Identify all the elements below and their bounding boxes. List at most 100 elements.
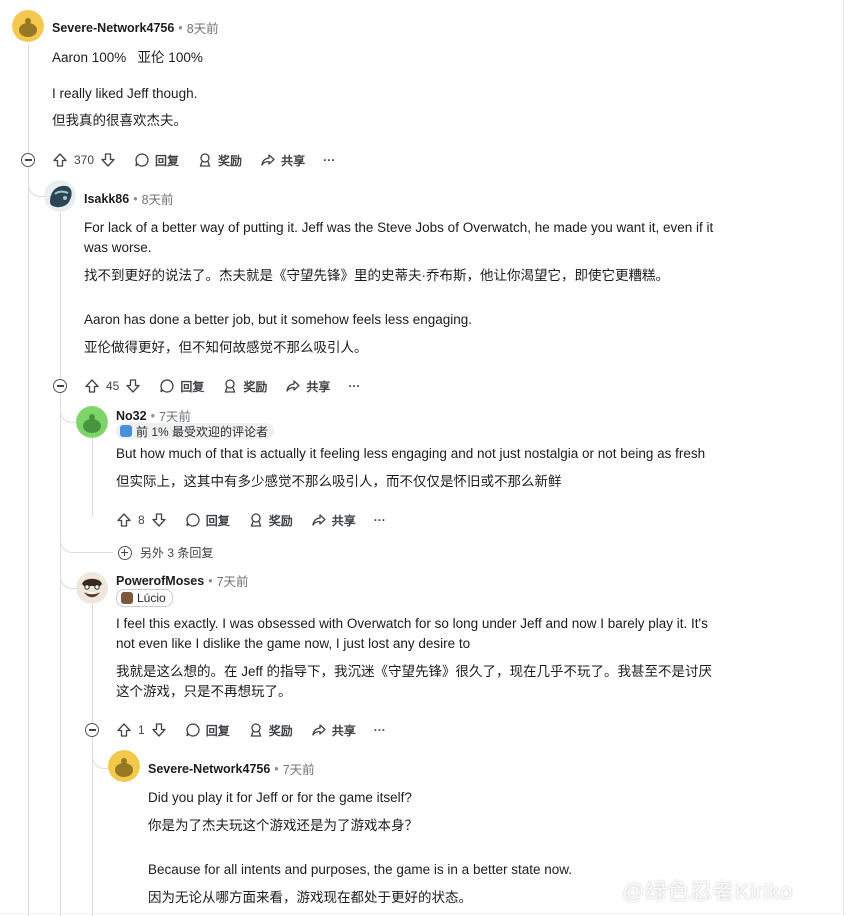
timestamp[interactable]: 8天前 (142, 189, 174, 208)
avatar[interactable] (76, 572, 108, 604)
more-replies-button[interactable]: 另外 3 条回复 (118, 544, 213, 561)
reply-button[interactable]: 回复 (159, 378, 204, 395)
avatar[interactable] (76, 406, 108, 438)
timestamp[interactable]: 8天前 (187, 18, 219, 37)
share-button[interactable]: 共享 (311, 512, 356, 529)
username[interactable]: Isakk86 (84, 192, 129, 206)
snoo-avatar-icon (108, 750, 140, 782)
comment-meta: Isakk86 • 8天前 (84, 189, 174, 208)
comment-body-line: Aaron 100% 亚伦 100% (52, 50, 203, 65)
character-avatar-icon (44, 180, 76, 212)
collapse-thread-button[interactable] (85, 723, 99, 737)
share-icon (286, 380, 301, 392)
share-label: 共享 (306, 379, 331, 394)
collapse-thread-button[interactable] (53, 379, 67, 393)
share-button[interactable]: 共享 (311, 722, 356, 739)
more-replies-label: 另外 3 条回复 (140, 546, 214, 560)
share-icon (312, 514, 326, 526)
thread-elbow-no32 (60, 394, 77, 423)
comment-body-line: 找不到更好的说法了。杰夫就是《守望先锋》里的史蒂夫·乔布斯，他让你渴望它，即使它… (84, 268, 669, 283)
character-avatar-icon (76, 572, 108, 604)
award-icon (250, 513, 262, 527)
thread-elbow-more (60, 530, 113, 553)
share-button[interactable]: 共享 (260, 152, 305, 169)
more-options-icon: ··· (323, 153, 336, 167)
award-label: 奖励 (268, 513, 293, 528)
comment-meta: PowerofMoses • 7天前 (116, 571, 249, 590)
reply-button[interactable]: 回复 (185, 512, 230, 529)
more-options-button[interactable]: ··· (348, 379, 360, 393)
more-options-icon: ··· (373, 513, 386, 527)
more-options-icon: ··· (373, 723, 386, 737)
comment-body-line: For lack of a better way of putting it. … (84, 220, 714, 235)
meta-separator: • (178, 20, 183, 35)
top-commenter-icon (120, 425, 132, 437)
flair-text: Lúcio (137, 591, 166, 605)
award-button[interactable]: 奖励 (197, 152, 242, 169)
comment-actions: 45 回复 奖励 共享 ··· (84, 375, 360, 397)
share-icon (312, 724, 326, 736)
comment-body-line: 但我真的很喜欢杰夫。 (52, 113, 187, 128)
meta-separator: • (150, 408, 155, 423)
vote-count: 45 (106, 379, 120, 393)
avatar[interactable] (108, 750, 140, 782)
timestamp[interactable]: 7天前 (217, 571, 249, 590)
comment-meta: Severe-Network4756 • 8天前 (52, 18, 219, 37)
comment-body-line: was worse. (84, 240, 152, 255)
more-options-button[interactable]: ··· (374, 513, 386, 527)
reply-label: 回复 (155, 153, 180, 168)
downvote-icon[interactable] (100, 152, 116, 168)
award-button[interactable]: 奖励 (248, 512, 293, 529)
downvote-icon[interactable] (151, 722, 167, 738)
more-options-button[interactable]: ··· (374, 723, 386, 737)
comment-icon (160, 379, 174, 393)
page-border (843, 0, 844, 916)
avatar[interactable] (44, 180, 76, 212)
user-flair: Lúcio (116, 589, 173, 607)
snoo-avatar-icon (12, 10, 44, 42)
username[interactable]: No32 (116, 409, 147, 423)
comment-actions: 370 回复 奖励 共享 ··· (52, 149, 335, 171)
comment-body-line: Aaron has done a better job, but it some… (84, 312, 472, 327)
share-button[interactable]: 共享 (285, 378, 330, 395)
page-border (0, 913, 846, 914)
thread-elbow-powerofmoses (60, 560, 77, 589)
comment-actions: 8 回复 奖励 共享 ··· (116, 509, 386, 531)
expand-plus-icon (118, 545, 132, 560)
comment-body-line: I feel this exactly. I was obsessed with… (116, 616, 708, 631)
collapse-thread-button[interactable] (21, 153, 35, 167)
comment-body-line: I really liked Jeff though. (52, 86, 198, 101)
comment-actions: 1 回复 奖励 共享 ··· (116, 719, 386, 741)
meta-separator: • (208, 573, 213, 588)
upvote-icon[interactable] (116, 722, 132, 738)
upvote-icon[interactable] (52, 152, 68, 168)
more-options-button[interactable]: ··· (323, 153, 335, 167)
user-flair: 前 1% 最受欢迎的评论者 (116, 423, 275, 439)
username[interactable]: Severe-Network4756 (52, 21, 174, 35)
reply-label: 回复 (205, 723, 230, 738)
vote-count: 8 (138, 513, 145, 527)
share-label: 共享 (331, 723, 356, 738)
downvote-icon[interactable] (151, 512, 167, 528)
comment-body-line: 你是为了杰夫玩这个游戏还是为了游戏本身？ (148, 818, 418, 833)
award-button[interactable]: 奖励 (248, 722, 293, 739)
reply-button[interactable]: 回复 (134, 152, 179, 169)
award-label: 奖励 (218, 153, 243, 168)
downvote-icon[interactable] (125, 378, 141, 394)
share-icon (261, 154, 275, 166)
upvote-icon[interactable] (84, 378, 100, 394)
meta-separator: • (133, 191, 138, 206)
vote-count: 370 (74, 153, 95, 167)
watermark-text: @绿色忍者Kiriko (622, 879, 793, 904)
upvote-icon[interactable] (116, 512, 132, 528)
award-button[interactable]: 奖励 (222, 378, 267, 395)
reply-button[interactable]: 回复 (185, 722, 230, 739)
username[interactable]: Severe-Network4756 (148, 762, 270, 776)
thread-elbow-isakk (28, 168, 45, 197)
timestamp[interactable]: 7天前 (283, 759, 315, 778)
award-label: 奖励 (243, 379, 268, 394)
username[interactable]: PowerofMoses (116, 574, 204, 588)
avatar[interactable] (12, 10, 44, 42)
thread-elbow-reply (92, 740, 109, 769)
comment-meta: Severe-Network4756 • 7天前 (148, 759, 315, 778)
